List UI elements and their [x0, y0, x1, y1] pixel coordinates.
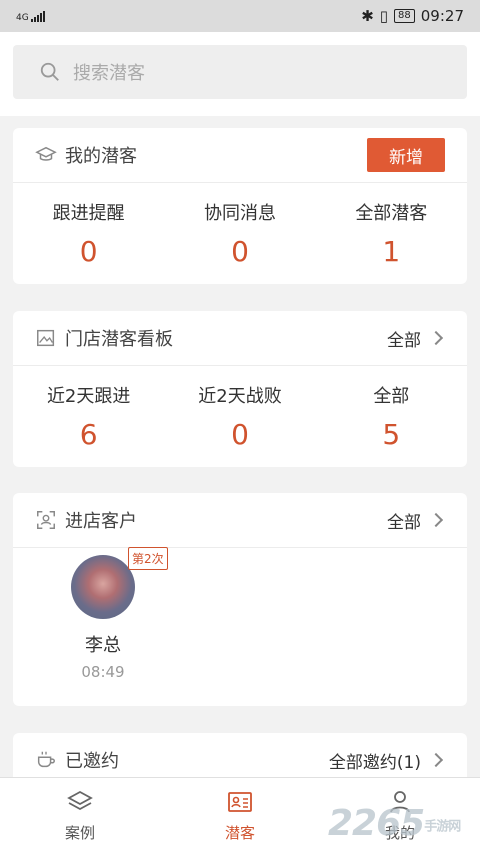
chevron-right-icon: [428, 330, 444, 346]
vibrate-icon: ▯: [379, 7, 389, 25]
search-input[interactable]: 搜索潜客: [13, 45, 467, 99]
stat-value: 0: [231, 234, 249, 268]
stat-recent-follow-up[interactable]: 近2天跟进 6: [13, 366, 164, 466]
bluetooth-icon: ✱: [361, 7, 374, 25]
visitors-all-link[interactable]: 全部: [387, 508, 445, 533]
watermark-sub: 手游网: [424, 819, 461, 835]
stat-value: 1: [382, 234, 401, 268]
coffee-cup-icon: [37, 751, 55, 768]
my-leads-title: 我的潜客: [65, 146, 137, 167]
more-label: 全部邀约(1): [328, 752, 421, 773]
stat-all-leads[interactable]: 全部潜客 1: [316, 183, 467, 283]
chevron-right-icon: [428, 512, 444, 528]
stat-label: 协同消息: [203, 202, 276, 224]
store-visitors-card: 进店客户 全部 第2次 李总 08:49: [13, 493, 467, 706]
avatar: [71, 555, 135, 619]
contact-card-icon: [228, 792, 252, 812]
network-type: 4G: [16, 13, 29, 23]
visit-count-badge: 第2次: [128, 547, 168, 570]
stat-value: 0: [231, 417, 249, 451]
stat-label: 全部: [373, 385, 410, 407]
more-label: 全部: [387, 512, 421, 533]
signal-icon: [30, 10, 45, 22]
watermark-text: 2265: [328, 803, 425, 844]
stat-all[interactable]: 全部 5: [316, 366, 467, 466]
search-placeholder: 搜索潜客: [73, 63, 145, 84]
image-chart-icon: [37, 329, 55, 347]
chevron-right-icon: [428, 752, 444, 768]
watermark-logo: 2265手游网: [328, 803, 461, 844]
more-label: 全部: [387, 330, 421, 351]
visitors-title: 进店客户: [65, 511, 137, 532]
invited-all-link[interactable]: 全部邀约(1): [329, 748, 445, 773]
stat-label: 跟进提醒: [52, 202, 125, 224]
store-board-title: 门店潜客看板: [65, 329, 173, 350]
search-icon: [40, 62, 59, 81]
visitor-name: 李总: [85, 635, 121, 656]
graduation-cap-icon: [35, 146, 57, 161]
face-scan-icon: [37, 511, 55, 529]
store-board-card: 门店潜客看板 全部 近2天跟进 6 近2天战败 0 全部 5: [13, 311, 467, 467]
visitor-time: 08:49: [81, 663, 125, 681]
clock: 09:27: [420, 7, 464, 25]
signal-indicator: 4G: [16, 10, 45, 23]
tab-leads[interactable]: 潜客: [160, 778, 320, 853]
add-lead-button[interactable]: 新增: [367, 138, 445, 172]
tab-cases[interactable]: 案例: [0, 778, 160, 853]
stat-label: 近2天跟进: [46, 385, 131, 407]
visitor-item[interactable]: 第2次 李总 08:49: [48, 547, 168, 681]
tab-label: 案例: [64, 824, 95, 842]
stat-label: 全部潜客: [355, 202, 428, 224]
stat-follow-up-reminder[interactable]: 跟进提醒 0: [13, 183, 164, 283]
search-area: 搜索潜客: [0, 32, 480, 116]
stat-collab-messages[interactable]: 协同消息 0: [164, 183, 315, 283]
layers-icon: [67, 790, 93, 811]
tab-label: 潜客: [224, 824, 255, 842]
store-board-all-link[interactable]: 全部: [387, 326, 445, 351]
stat-value: 5: [382, 417, 401, 451]
my-leads-card: 我的潜客 新增 跟进提醒 0 协同消息 0 全部潜客 1: [13, 128, 467, 284]
stat-recent-lost[interactable]: 近2天战败 0: [164, 366, 315, 466]
invited-title: 已邀约: [65, 751, 119, 772]
stat-label: 近2天战败: [198, 385, 282, 407]
stat-value: 0: [79, 234, 98, 268]
battery-icon: 88: [394, 9, 415, 23]
stat-value: 6: [79, 417, 98, 451]
status-bar: 4G ✱ ▯ 88 09:27: [0, 0, 480, 32]
